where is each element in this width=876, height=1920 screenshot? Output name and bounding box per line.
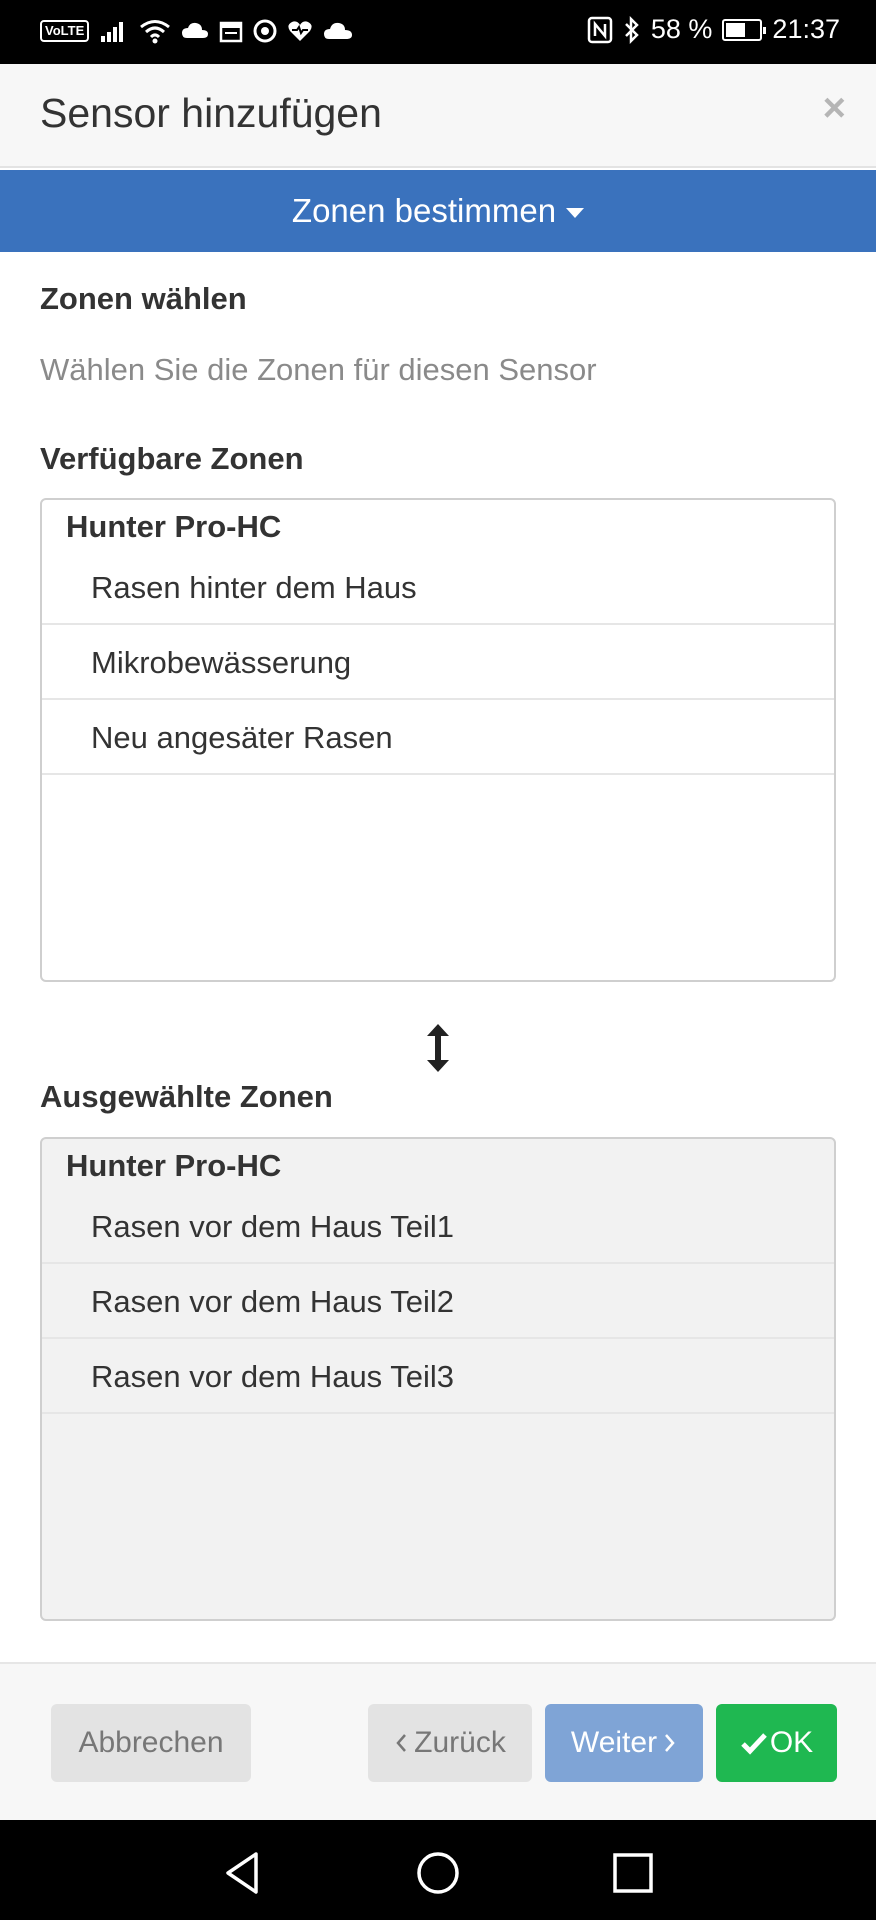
back-button[interactable]: Zurück [368,1704,532,1782]
selected-zones-heading: Ausgewählte Zonen [40,1079,333,1114]
selected-zone-item[interactable]: Rasen vor dem Haus Teil3 [42,1339,834,1414]
selected-zones-list[interactable]: Hunter Pro-HC Rasen vor dem Haus Teil1 R… [40,1137,836,1621]
available-zones-heading: Verfügbare Zonen [40,441,304,476]
calendar-icon [220,21,243,43]
available-zones-list[interactable]: Hunter Pro-HC Rasen hinter dem Haus Mikr… [40,498,836,982]
recents-square-icon[interactable] [610,1850,656,1896]
next-button[interactable]: Weiter [545,1704,703,1782]
swap-vertical-icon[interactable] [425,1022,451,1074]
volte-icon: VoLTE [40,20,90,42]
caret-down-icon [566,208,585,218]
navigation-bar [0,1820,876,1920]
battery-fill [726,22,745,37]
available-group-label: Hunter Pro-HC [66,509,282,544]
status-bar: VoLTE 58 % 21:37 [0,0,876,64]
home-circle-icon[interactable] [415,1850,461,1896]
cancel-button[interactable]: Abbrechen [51,1704,251,1782]
chevron-left-icon [396,1734,407,1752]
step-dropdown[interactable]: Zonen bestimmen [0,170,876,252]
close-button[interactable]: × [823,86,846,131]
chrome-icon [253,19,277,43]
battery-icon [722,18,767,41]
heart-icon [288,21,312,41]
available-zone-item[interactable]: Mikrobewässerung [42,625,834,700]
section-heading: Zonen wählen [40,281,247,316]
wifi-icon [140,20,171,44]
step-label: Zonen bestimmen [291,192,557,229]
bluetooth-icon [624,15,639,44]
clock: 21:37 [772,14,840,44]
cancel-label: Abbrechen [78,1726,224,1759]
cloud-icon [324,22,353,39]
nfc-icon [587,16,613,43]
ok-button[interactable]: OK [716,1704,837,1782]
section-description: Wählen Sie die Zonen für diesen Sensor [40,352,597,387]
available-zone-item[interactable]: Neu angesäter Rasen [42,700,834,775]
cloud-icon [182,22,209,38]
modal-title: Sensor hinzufügen [40,90,382,136]
next-label: Weiter [570,1726,658,1759]
chevron-right-icon [665,1734,675,1752]
check-icon [741,1733,767,1755]
battery-percent: 58 % [650,14,713,44]
signal-icon [101,22,124,42]
status-bar-left: VoLTE [40,18,353,44]
ok-label: OK [769,1726,814,1759]
status-bar-right: 58 % 21:37 [587,14,840,45]
selected-zone-item[interactable]: Rasen vor dem Haus Teil2 [42,1264,834,1339]
back-triangle-icon[interactable] [220,1850,266,1896]
selected-zone-item[interactable]: Rasen vor dem Haus Teil1 [42,1189,834,1264]
selected-group-label: Hunter Pro-HC [66,1148,282,1183]
available-zone-item[interactable]: Rasen hinter dem Haus [42,550,834,625]
back-label: Zurück [414,1726,506,1759]
modal-header: Sensor hinzufügen × [0,64,876,168]
